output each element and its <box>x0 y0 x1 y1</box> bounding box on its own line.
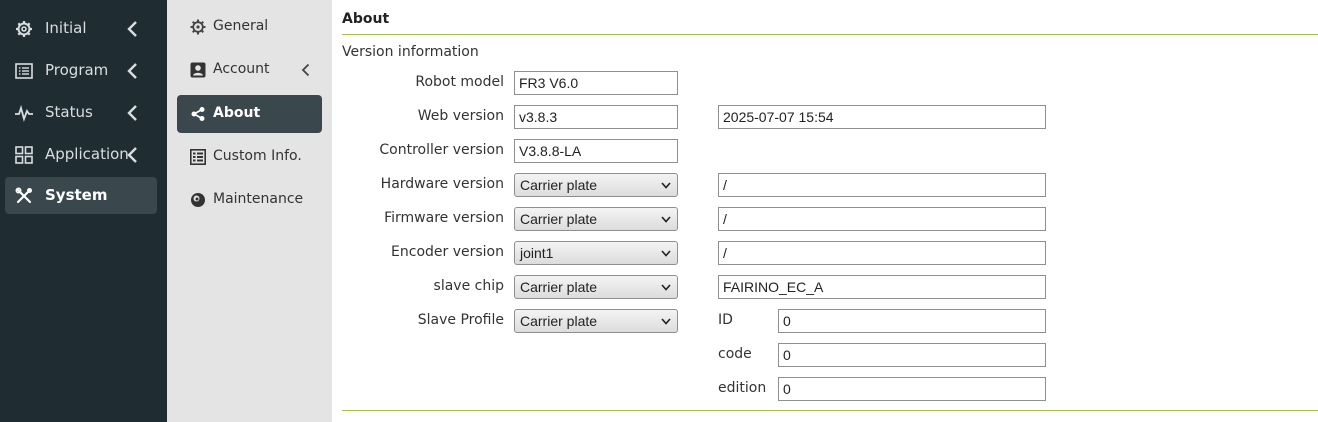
grid-icon <box>15 146 33 164</box>
controller-version-field[interactable]: V3.8.8-LA <box>514 139 678 163</box>
maintenance-icon <box>191 193 205 207</box>
select-value: Carrier plate <box>520 279 598 295</box>
submenu-item-label: Account <box>213 61 270 77</box>
sidebar-item-system[interactable]: System <box>5 177 157 214</box>
pulse-icon <box>15 104 33 122</box>
select-value: joint1 <box>520 245 554 261</box>
sidebar-item-initial[interactable]: Initial <box>5 10 157 47</box>
robot-model-field[interactable]: FR3 V6.0 <box>514 71 678 95</box>
gear-icon <box>190 19 206 35</box>
controller-version-label: Controller version <box>379 142 504 158</box>
sidebar-item-application[interactable]: Application <box>5 136 157 173</box>
slave-id-field[interactable]: 0 <box>778 309 1046 333</box>
slave-edition-label: edition <box>718 380 767 396</box>
encoder-version-label: Encoder version <box>391 244 504 260</box>
gear-icon <box>16 21 32 37</box>
submenu-item-maintenance[interactable]: Maintenance <box>177 181 322 219</box>
web-version-label: Web version <box>417 108 504 124</box>
slave-chip-label: slave chip <box>433 278 504 294</box>
chevron-left-icon <box>127 147 137 163</box>
submenu-item-label: General <box>213 18 269 34</box>
share-icon <box>191 107 205 121</box>
title-divider <box>342 34 1318 35</box>
chevron-down-icon <box>661 182 671 189</box>
hardware-version-label: Hardware version <box>380 176 504 192</box>
web-version-date-field[interactable]: 2025-07-07 15:54 <box>718 105 1046 129</box>
bottom-divider <box>342 410 1318 411</box>
slave-chip-field[interactable]: FAIRINO_EC_A <box>718 275 1046 299</box>
chevron-down-icon <box>661 250 671 257</box>
section-title: Version information <box>342 44 479 60</box>
sidebar-item-status[interactable]: Status <box>5 94 157 131</box>
firmware-version-field[interactable]: / <box>718 207 1046 231</box>
chevron-down-icon <box>661 216 671 223</box>
sidebar-item-label: Status <box>45 103 93 121</box>
submenu-item-general[interactable]: General <box>177 8 322 46</box>
submenu-item-about[interactable]: About <box>177 95 322 133</box>
chevron-left-icon <box>127 105 137 121</box>
tools-icon <box>15 187 32 204</box>
sidebar-item-label: System <box>45 186 108 204</box>
about-panel: About Version information Robot model FR… <box>332 0 1318 422</box>
table-icon <box>190 149 206 165</box>
slave-id-label: ID <box>718 312 733 328</box>
system-submenu: General Account About Custom Info. Maint… <box>167 0 332 422</box>
hardware-version-select[interactable]: Carrier plate <box>514 173 678 197</box>
select-value: Carrier plate <box>520 313 598 329</box>
user-card-icon <box>190 62 206 78</box>
list-icon <box>15 63 33 79</box>
sidebar-item-label: Program <box>45 61 109 79</box>
sidebar-item-label: Initial <box>45 19 87 37</box>
slave-code-label: code <box>718 346 752 362</box>
slave-code-field[interactable]: 0 <box>778 343 1046 367</box>
submenu-item-label: Custom Info. <box>213 148 302 164</box>
select-value: Carrier plate <box>520 211 598 227</box>
web-version-field[interactable]: v3.8.3 <box>514 105 678 129</box>
sidebar-item-label: Application <box>45 145 129 163</box>
submenu-item-account[interactable]: Account <box>177 51 322 89</box>
slave-profile-select[interactable]: Carrier plate <box>514 309 678 333</box>
chevron-left-icon <box>301 63 310 77</box>
hardware-version-field[interactable]: / <box>718 173 1046 197</box>
select-value: Carrier plate <box>520 177 598 193</box>
chevron-down-icon <box>661 318 671 325</box>
chevron-down-icon <box>661 284 671 291</box>
firmware-version-label: Firmware version <box>384 210 504 226</box>
sidebar-item-program[interactable]: Program <box>5 52 157 89</box>
submenu-item-custom-info[interactable]: Custom Info. <box>177 138 322 176</box>
submenu-item-label: Maintenance <box>213 191 304 207</box>
chevron-left-icon <box>127 63 137 79</box>
chevron-left-icon <box>127 21 137 37</box>
slave-chip-select[interactable]: Carrier plate <box>514 275 678 299</box>
robot-model-label: Robot model <box>415 74 504 90</box>
submenu-item-label: About <box>213 105 261 121</box>
encoder-version-field[interactable]: / <box>718 241 1046 265</box>
encoder-version-select[interactable]: joint1 <box>514 241 678 265</box>
panel-title: About <box>342 11 390 27</box>
slave-edition-field[interactable]: 0 <box>778 377 1046 401</box>
main-sidebar: Initial Program Status Application Syste… <box>0 0 167 422</box>
firmware-version-select[interactable]: Carrier plate <box>514 207 678 231</box>
slave-profile-label: Slave Profile <box>417 312 504 328</box>
